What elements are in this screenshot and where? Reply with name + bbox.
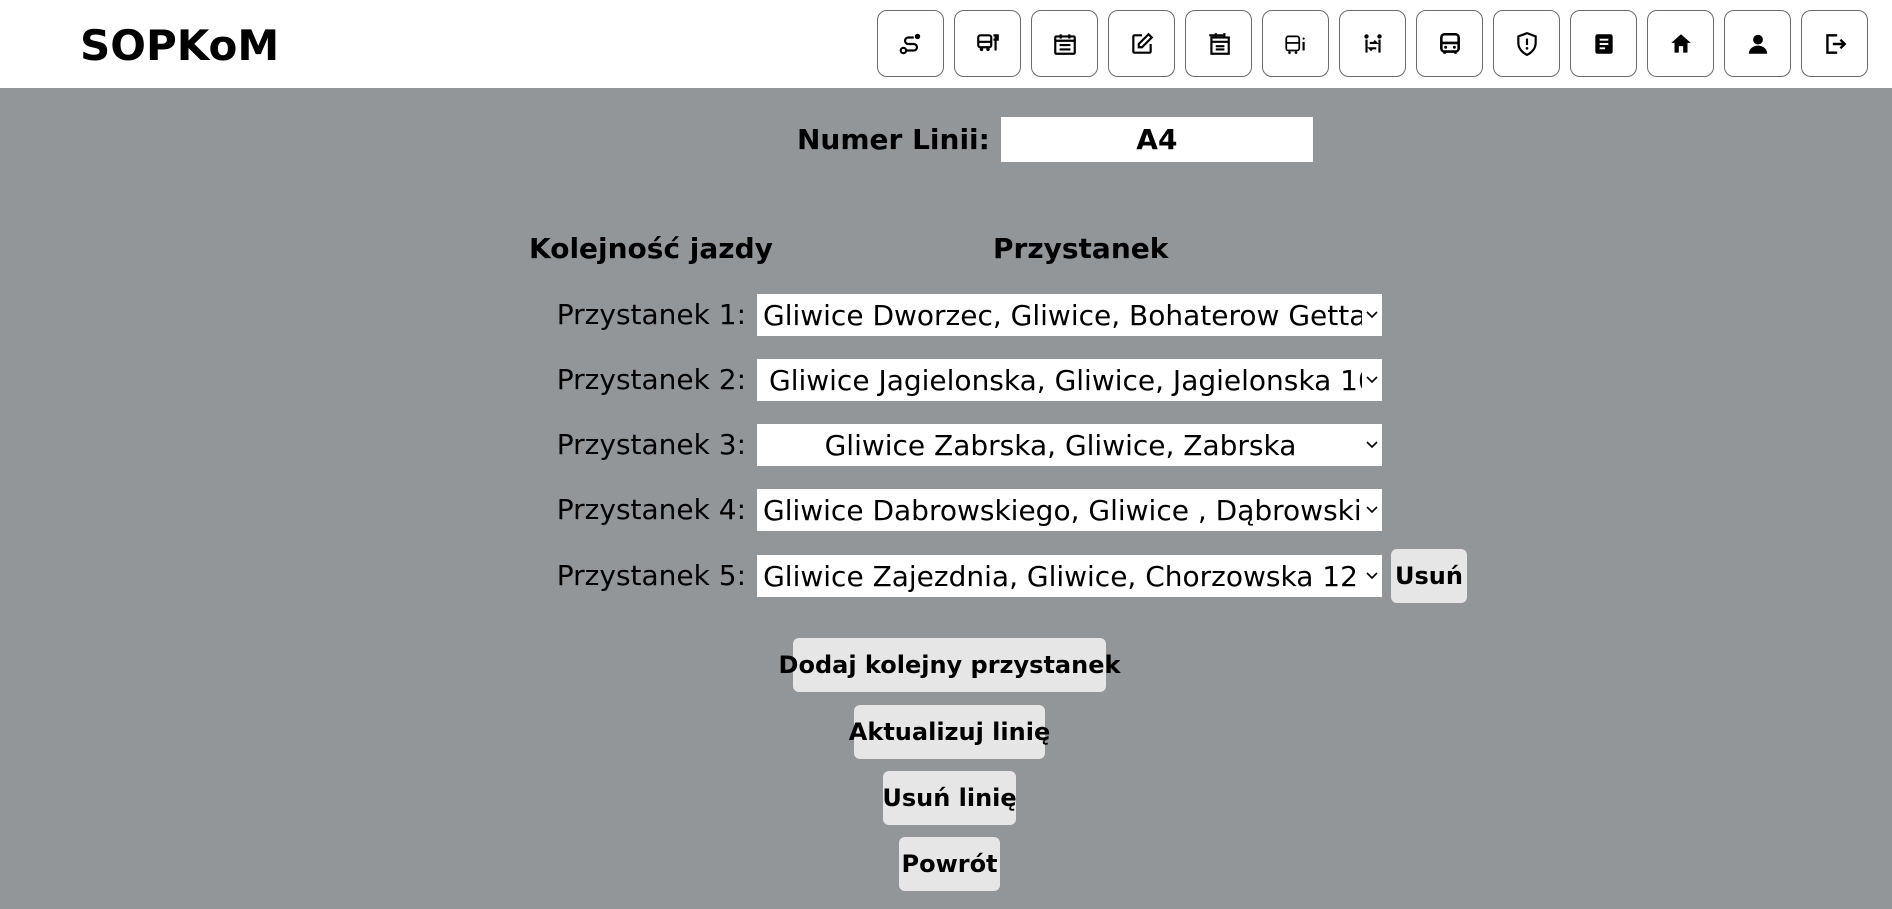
nav-bar [877,10,1868,77]
update-line-button[interactable]: Aktualizuj linię [849,705,1050,759]
stop-label: Przystanek 4: [556,493,746,526]
nav-button-bus-info[interactable] [1262,10,1329,77]
nav-button-document[interactable] [1570,10,1637,77]
stop-select-value: Gliwice Dabrowskiego, Gliwice , Dąbrowsk… [763,493,1362,527]
stop-row-5: Przystanek 5: Gliwice Zajezdnia, Gliwice… [0,549,1892,603]
stop-label: Przystanek 3: [556,428,746,461]
transfer-icon [1363,33,1382,53]
nav-button-user[interactable] [1724,10,1791,77]
home-icon [1670,33,1691,53]
column-header-stop: Przystanek [993,232,1169,265]
stop-select-value: Gliwice Zajezdnia, Gliwice, Chorzowska 1… [763,559,1358,593]
bus-stop-icon [976,33,999,51]
shield-icon [1516,31,1537,56]
document-icon [1594,33,1613,54]
nav-button-edit[interactable] [1108,10,1175,77]
nav-button-bus[interactable] [1416,10,1483,77]
user-icon [1748,34,1767,54]
stop-select[interactable]: Gliwice Jagielonska, Gliwice, Jagielonsk… [757,359,1382,401]
edit-icon [1131,32,1153,54]
nav-button-home[interactable] [1647,10,1714,77]
stop-row-2: Przystanek 2: Gliwice Jagielonska, Gliwi… [0,359,1892,401]
nav-button-logout[interactable] [1801,10,1868,77]
bus-info-icon [1284,35,1305,54]
stop-row-4: Przystanek 4: Gliwice Dabrowskiego, Gliw… [0,489,1892,531]
chevron-down-icon [1362,441,1382,449]
app-logo: SOPKoM [80,21,280,70]
stop-label: Przystanek 1: [556,298,746,331]
top-bar: SOPKoM [0,0,1892,88]
column-header-order: Kolejność jazdy [529,232,773,265]
nav-button-shield[interactable] [1493,10,1560,77]
stop-select-value: Gliwice Zabrska, Gliwice, Zabrska [824,428,1297,462]
back-button[interactable]: Powrót [899,837,1000,891]
remove-stop-button[interactable]: Usuń [1391,549,1467,603]
stop-label: Przystanek 2: [556,363,746,396]
stop-row-3: Przystanek 3: Gliwice Zabrska, Gliwice, … [0,424,1892,466]
nav-button-transfer[interactable] [1339,10,1406,77]
nav-button-schedule[interactable] [1185,10,1252,77]
stop-row-1: Przystanek 1: Gliwice Dworzec, Gliwice, … [0,294,1892,336]
chevron-down-icon [1362,311,1382,319]
stop-select-value: Gliwice Dworzec, Gliwice, Bohaterow Gett… [763,298,1362,332]
nav-button-calendar[interactable] [1031,10,1098,77]
chevron-down-icon [1362,376,1382,384]
line-number-input[interactable]: A4 [1000,117,1313,162]
stop-select[interactable]: Gliwice Zajezdnia, Gliwice, Chorzowska 1… [757,555,1382,597]
stop-select[interactable]: Gliwice Dworzec, Gliwice, Bohaterow Gett… [757,294,1382,336]
stop-select[interactable]: Gliwice Dabrowskiego, Gliwice , Dąbrowsk… [757,489,1382,531]
schedule-icon [1208,32,1230,55]
nav-button-route[interactable] [877,10,944,77]
stop-select-value: Gliwice Jagielonska, Gliwice, Jagielonsk… [769,363,1362,397]
route-icon [899,33,920,54]
bus-icon [1439,32,1460,54]
line-number-value: A4 [1136,123,1178,156]
calendar-icon [1053,33,1076,55]
chevron-down-icon [1362,506,1382,514]
delete-line-button[interactable]: Usuń linię [882,771,1017,825]
line-number-label: Numer Linii: [797,123,990,156]
stop-label: Przystanek 5: [556,559,746,592]
line-number-row: Numer Linii: A4 [797,117,1313,162]
add-stop-button[interactable]: Dodaj kolejny przystanek [779,638,1120,692]
logout-icon [1825,33,1846,54]
stop-select[interactable]: Gliwice Zabrska, Gliwice, Zabrska [757,424,1382,466]
chevron-down-icon [1362,572,1382,580]
nav-button-bus-stop[interactable] [954,10,1021,77]
